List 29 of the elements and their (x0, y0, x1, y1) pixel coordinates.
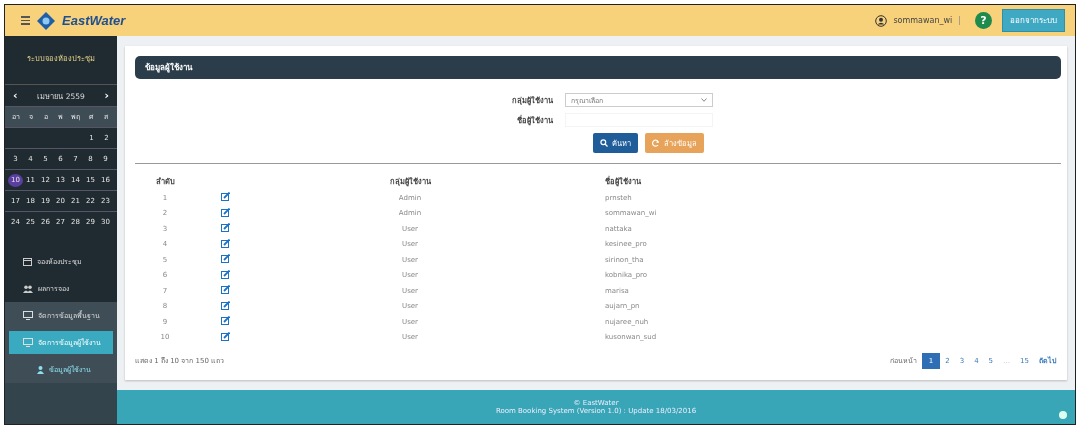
search-icon (599, 139, 608, 147)
panel-title: ข้อมูลผู้ใช้งาน (135, 56, 1061, 79)
edit-icon[interactable] (220, 238, 230, 248)
group-icon (23, 284, 33, 293)
scroll-top-icon[interactable] (1059, 411, 1067, 419)
refresh-icon (651, 139, 660, 147)
username[interactable]: sommawan_wi (893, 16, 953, 25)
menu-icon[interactable] (21, 16, 30, 25)
edit-icon[interactable] (220, 300, 230, 310)
edit-icon[interactable] (220, 269, 230, 279)
edit-icon[interactable] (220, 192, 230, 202)
help-button[interactable]: ? (975, 12, 992, 29)
brand-name: EastWater (62, 13, 126, 28)
user-icon (875, 14, 888, 27)
edit-icon[interactable] (220, 254, 230, 264)
edit-icon[interactable] (220, 331, 230, 341)
edit-icon[interactable] (220, 316, 230, 326)
logo-icon (36, 10, 56, 31)
monitor-icon (23, 338, 33, 347)
edit-icon[interactable] (220, 223, 230, 233)
next-month-button[interactable]: › (104, 89, 109, 102)
user-icon (37, 365, 44, 374)
edit-icon[interactable] (220, 285, 230, 295)
caret-icon (701, 98, 707, 102)
calendar-icon (23, 257, 32, 266)
edit-icon[interactable] (220, 207, 230, 217)
monitor-icon (23, 311, 33, 320)
previous-month-button[interactable]: ‹ (13, 89, 18, 102)
separator: | (958, 16, 961, 25)
